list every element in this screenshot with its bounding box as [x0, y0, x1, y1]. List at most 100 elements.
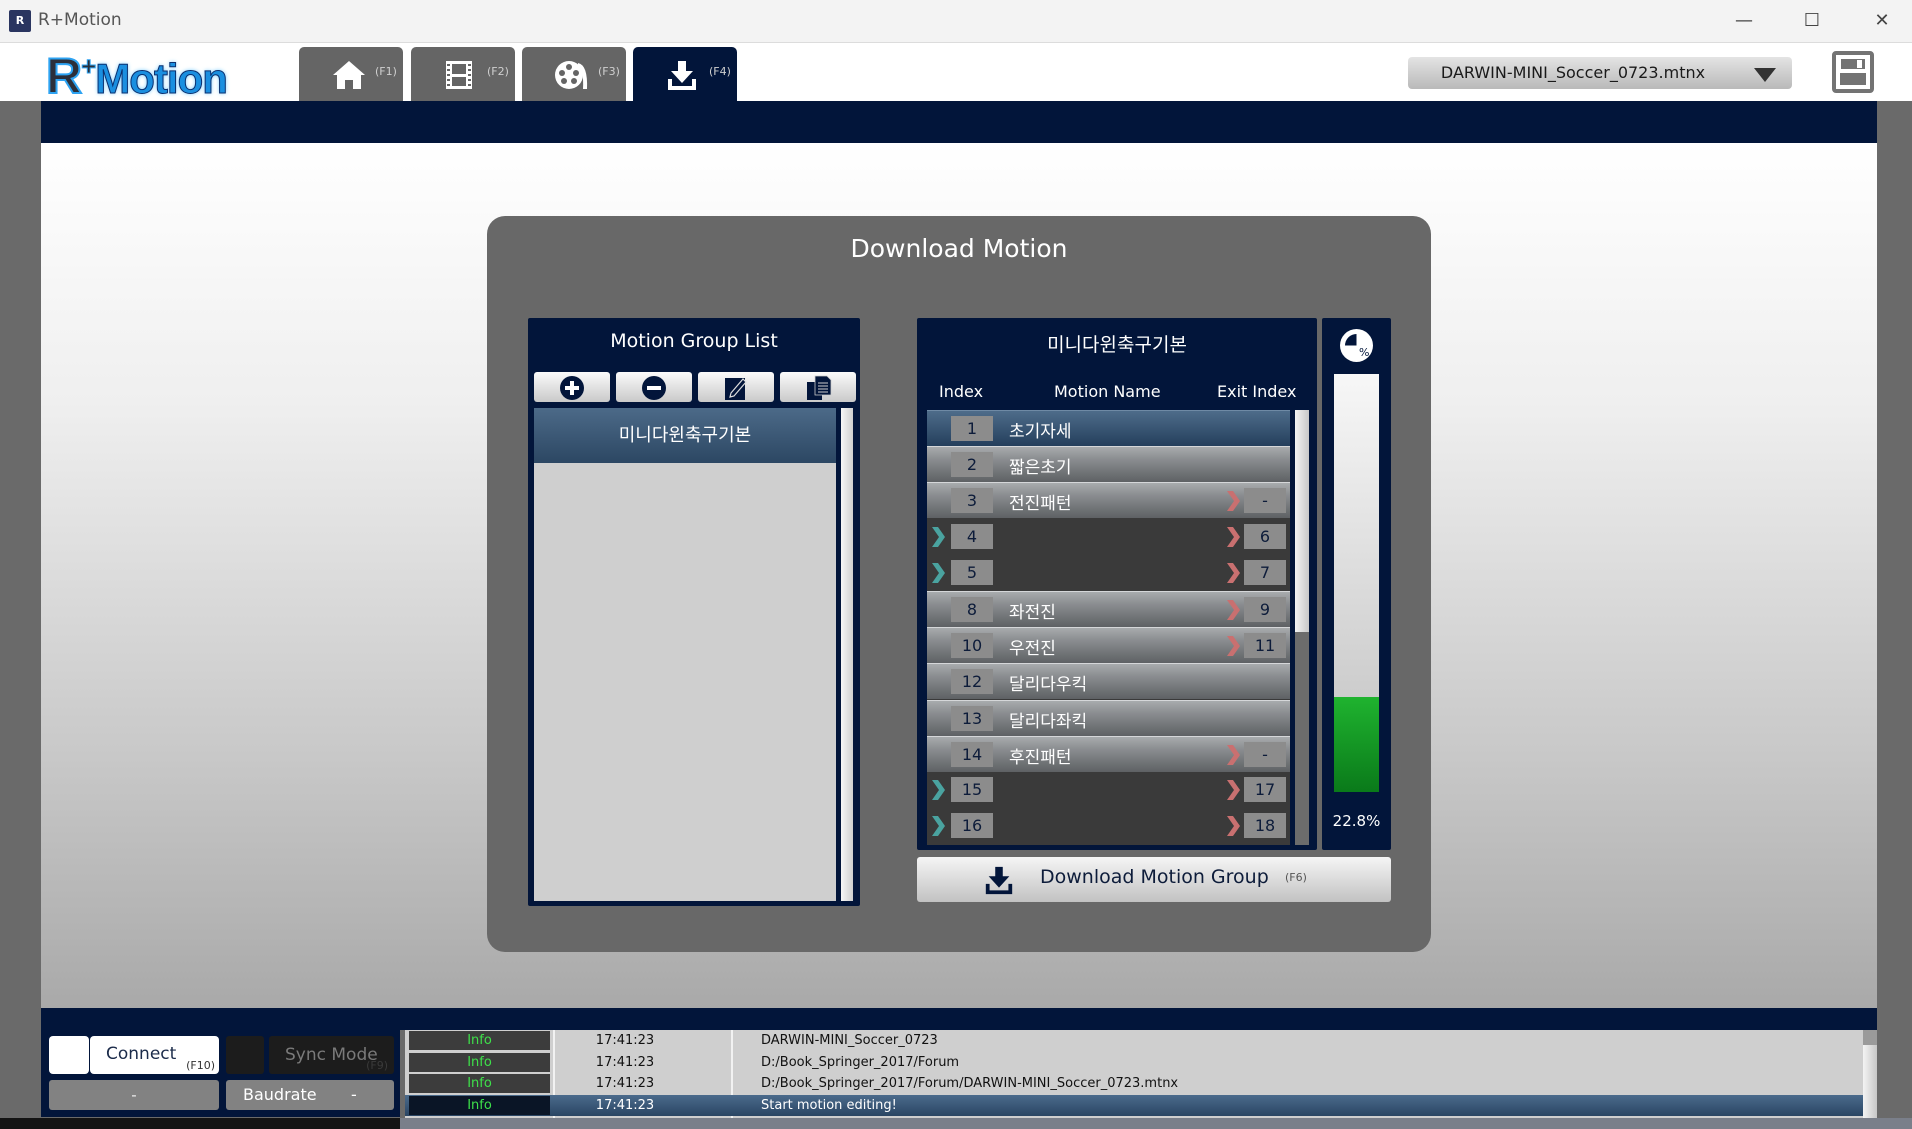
baudrate-label: Baudrate — [243, 1085, 317, 1104]
download-icon — [668, 61, 696, 90]
tab-motion-group[interactable]: (F3) — [522, 47, 626, 101]
exit-arrow-icon — [1227, 600, 1240, 620]
tab-motion-edit[interactable]: (F2) — [411, 47, 515, 101]
download-motion-group-button[interactable]: Download Motion Group (F6) — [917, 857, 1391, 902]
baudrate-value: - — [351, 1085, 357, 1104]
chevron-down-icon — [1754, 68, 1776, 82]
edit-group-button[interactable] — [698, 372, 774, 402]
maximize-icon: ☐ — [1803, 10, 1821, 31]
entry-arrow-icon — [932, 780, 945, 800]
exit-index: 17 — [1244, 777, 1286, 802]
motion-name: 전진패턴 — [1009, 494, 1072, 515]
memory-usage-label: 22.8% — [1332, 812, 1381, 830]
app-logo: R+Motion — [45, 47, 228, 105]
log-time: 17:41:23 — [595, 1097, 655, 1113]
motion-name: 후진패턴 — [1009, 747, 1072, 768]
tab-download[interactable]: (F4) — [633, 47, 737, 101]
sync-mode-button[interactable]: Sync Mode (F9) — [269, 1036, 394, 1074]
file-select-dropdown[interactable]: DARWIN-MINI_Soccer_0723.mtnx — [1408, 57, 1792, 89]
exit-index: 9 — [1244, 597, 1286, 622]
minimize-icon: — — [1735, 10, 1753, 31]
sync-indicator — [226, 1036, 264, 1074]
motion-row[interactable]: 3 전진패턴 - — [927, 482, 1290, 519]
log-row[interactable]: Info 17:41:23 D:/Book_Springer_2017/Forum/… — [405, 1073, 1863, 1094]
edit-icon — [725, 378, 747, 400]
log-row[interactable]: Info 17:41:23 D:/Book_Springer_2017/Forum — [405, 1052, 1863, 1073]
connect-key: (F10) — [186, 1059, 215, 1072]
remove-group-button[interactable] — [616, 372, 692, 402]
download-button-label: Download Motion Group — [1040, 866, 1269, 888]
motion-list: 1 초기자세 2 짧은초기 3 전진패턴 -4 6 5 7 8 좌전진 9 10 우전진 11 12 달리다우킥 1… — [927, 410, 1290, 845]
baudrate-field[interactable]: Baudrate - — [226, 1080, 394, 1110]
tab-home[interactable]: (F1) — [299, 47, 403, 101]
motion-row[interactable]: 16 18 — [927, 808, 1290, 845]
log-level: Info — [409, 1074, 550, 1093]
exit-arrow-icon — [1227, 744, 1240, 765]
memory-usage-bar — [1334, 374, 1379, 792]
motion-row[interactable]: 57 — [927, 554, 1290, 591]
exit-arrow-icon — [1227, 816, 1240, 837]
log-message: DARWIN-MINI_Soccer_0723 — [761, 1033, 938, 1048]
motion-row[interactable]: 8 좌전진 9 — [927, 591, 1290, 627]
motion-panel-title: 미니다윈축구기본 — [1047, 334, 1187, 356]
exit-arrow-icon — [1227, 780, 1240, 800]
exit-index: - — [1244, 741, 1286, 767]
log-message: D:/Book_Springer_2017/Forum — [761, 1054, 960, 1070]
log-scrollbar[interactable] — [1863, 1030, 1877, 1118]
connect-label: Connect — [106, 1044, 177, 1064]
logo-plus: + — [81, 51, 97, 82]
log-level: Info — [409, 1095, 550, 1115]
exit-index: 18 — [1244, 813, 1286, 839]
close-icon: ✕ — [1874, 10, 1890, 31]
motion-row[interactable]: 2 짧은초기 — [927, 446, 1290, 483]
remove-icon — [642, 376, 666, 400]
scrollbar-thumb[interactable] — [1295, 410, 1309, 632]
motion-group-list: 미니다윈축구기본 — [534, 408, 836, 901]
motion-index: 16 — [951, 813, 993, 839]
maximize-button[interactable]: ☐ — [1782, 0, 1842, 43]
motion-row[interactable]: 15 17 — [927, 772, 1290, 808]
save-button[interactable] — [1832, 51, 1874, 93]
close-button[interactable]: ✕ — [1852, 0, 1912, 43]
motion-list-scrollbar[interactable] — [1295, 410, 1309, 845]
percent-pie-icon: % — [1340, 329, 1373, 362]
motion-list-panel: 미니다윈축구기본 Index Motion Name Exit Index 1초… — [917, 318, 1317, 850]
connection-panel: Connect (F10) Sync Mode (F9) - Baudrate … — [41, 1030, 400, 1117]
title-bar: R R+Motion — ☐ ✕ — [0, 0, 1912, 43]
bottom-strip-left — [0, 1118, 400, 1129]
minimize-button[interactable]: — — [1714, 0, 1774, 43]
log-row[interactable]: Info 17:41:23 Start motion editing! — [405, 1094, 1863, 1116]
column-header-index: Index — [939, 382, 984, 401]
motion-name: 좌전진 — [1009, 603, 1056, 623]
motion-index: 2 — [951, 452, 993, 478]
group-list-scrollbar[interactable] — [841, 408, 853, 901]
motion-row[interactable]: 1 초기자세 — [927, 410, 1290, 446]
exit-arrow-icon — [1227, 526, 1240, 547]
log-message: Start motion editing! — [761, 1097, 897, 1113]
dialog-title: Download Motion — [850, 234, 1068, 263]
log-time: 17:41:23 — [595, 1076, 655, 1091]
motion-name: 우전진 — [1009, 639, 1056, 660]
sync-key: (F9) — [366, 1059, 388, 1072]
motion-row[interactable]: 13 달리다좌킥 — [927, 699, 1290, 736]
group-panel-title: Motion Group List — [610, 330, 778, 352]
motion-name: 달리다좌킥 — [1009, 711, 1088, 732]
motion-row[interactable]: 12 달리다우킥 — [927, 663, 1290, 700]
port-field[interactable]: - — [49, 1080, 219, 1110]
motion-row[interactable]: 14 후진패턴 - — [927, 735, 1290, 772]
exit-index: 6 — [1244, 523, 1286, 549]
motion-index: 12 — [951, 669, 993, 695]
log-row[interactable]: Info 17:41:23 DARWIN-MINI_Soccer_0723 — [405, 1030, 1863, 1051]
exit-arrow-icon — [1227, 636, 1240, 657]
motion-row[interactable]: 46 — [927, 518, 1290, 555]
copy-group-button[interactable] — [780, 372, 856, 402]
tab-key-label: (F3) — [598, 65, 620, 78]
connect-button[interactable]: Connect (F10) — [90, 1036, 219, 1074]
log-level: Info — [409, 1031, 550, 1050]
group-list-item[interactable]: 미니다윈축구기본 — [534, 408, 836, 463]
add-group-button[interactable] — [534, 372, 610, 402]
scrollbar-thumb[interactable] — [1863, 1045, 1877, 1118]
column-header-motion-name: Motion Name — [1054, 382, 1161, 401]
copy-icon — [807, 375, 832, 400]
motion-row[interactable]: 10 우전진 11 — [927, 627, 1290, 664]
